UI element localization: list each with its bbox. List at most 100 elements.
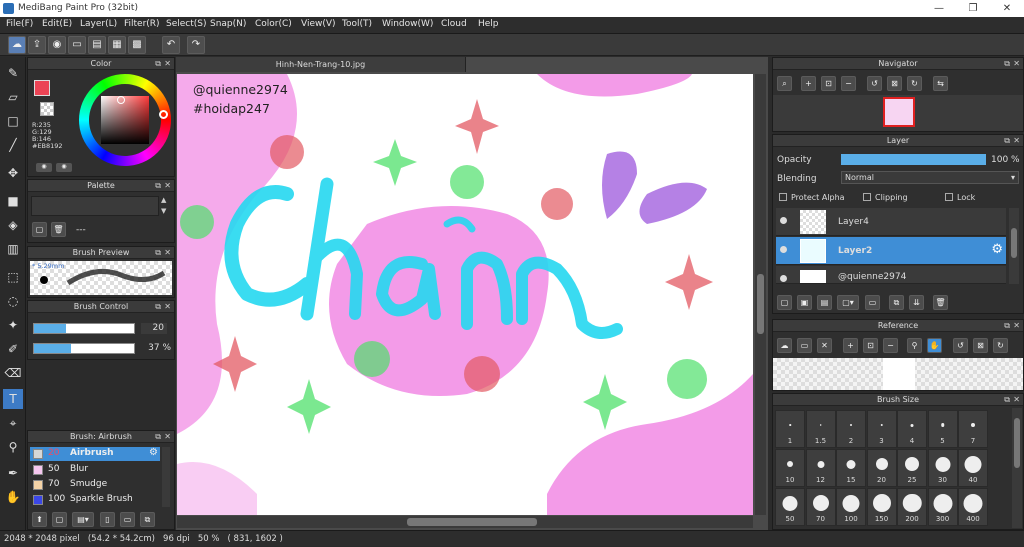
layer-opacity-slider[interactable] — [841, 154, 986, 165]
brush-file-icon[interactable]: ▯ — [100, 512, 115, 527]
brush-size-cell[interactable]: 30 — [927, 449, 958, 487]
maximize-button[interactable]: ❐ — [956, 0, 990, 17]
brush-size-cell[interactable]: 40 — [958, 449, 988, 487]
brush-size-value[interactable]: 20 — [141, 323, 167, 334]
close-button[interactable]: ✕ — [990, 0, 1024, 17]
visibility-eye-icon[interactable] — [780, 246, 787, 253]
brush-item[interactable]: 50 Blur — [30, 463, 160, 477]
reference-hand-icon[interactable]: ✋ — [927, 338, 942, 353]
eraser-tool-icon[interactable]: ▱ — [3, 87, 23, 107]
reference-cloud-icon[interactable]: ☁ — [777, 338, 792, 353]
merge-layer-icon[interactable]: ⇊ — [909, 295, 924, 310]
detach-icon[interactable]: ⧉ — [155, 247, 161, 259]
horizontal-scrollbar[interactable] — [177, 516, 753, 528]
panel-close-icon[interactable]: ✕ — [164, 180, 171, 192]
text-tool-icon[interactable]: T — [3, 389, 23, 409]
bucket-tool-icon[interactable]: ◈ — [3, 215, 23, 235]
detach-icon[interactable]: ⧉ — [155, 58, 161, 70]
color-mode-button-2[interactable]: ◉ — [56, 163, 72, 172]
undo-icon[interactable]: ↶ — [162, 36, 180, 54]
brush-size-cell[interactable]: 4 — [897, 410, 927, 448]
visibility-eye-icon[interactable] — [780, 217, 787, 224]
rotate-left-icon[interactable]: ↺ — [867, 76, 882, 91]
zoom-icon[interactable]: ⌕ — [777, 76, 792, 91]
panel-close-icon[interactable]: ✕ — [164, 58, 171, 70]
palette-scroll-down-icon[interactable]: ▼ — [161, 207, 166, 215]
reference-zoom-in-icon[interactable]: + — [843, 338, 858, 353]
brush-folder-icon[interactable]: ▭ — [120, 512, 135, 527]
menu-view[interactable]: View(V) — [301, 19, 336, 29]
operation-tool-icon[interactable]: ⌖ — [3, 413, 23, 433]
detach-icon[interactable]: ⧉ — [155, 431, 161, 443]
brush-size-cell[interactable]: 12 — [805, 449, 836, 487]
menu-color[interactable]: Color(C) — [255, 19, 292, 29]
export-icon[interactable]: ⇪ — [28, 36, 46, 54]
hue-wheel[interactable] — [79, 74, 171, 166]
menu-select[interactable]: Select(S) — [166, 19, 207, 29]
magic-wand-tool-icon[interactable]: ✦ — [3, 315, 23, 335]
menu-file[interactable]: File(F) — [6, 19, 33, 29]
brush-size-cell[interactable]: 200 — [897, 488, 927, 526]
brush-menu-icon[interactable]: ▤▾ — [72, 512, 94, 527]
secondary-color-swatch[interactable] — [40, 102, 54, 116]
folder-icon[interactable]: ▭ — [865, 295, 880, 310]
brush-size-cell[interactable]: 2 — [836, 410, 866, 448]
layer-scrollbar[interactable] — [1009, 208, 1019, 284]
saturation-value-square[interactable] — [101, 96, 149, 144]
visibility-eye-icon[interactable] — [780, 275, 787, 282]
zoom-out-icon[interactable]: − — [841, 76, 856, 91]
detach-icon[interactable]: ⧉ — [1004, 320, 1010, 332]
line-tool-icon[interactable]: ╱ — [3, 135, 23, 155]
layer-row[interactable]: Layer2 ⚙ — [776, 237, 1006, 265]
select-tool-icon[interactable]: ⬚ — [3, 267, 23, 287]
grid-icon[interactable]: ▩ — [128, 36, 146, 54]
brush-tool-icon[interactable]: ✎ — [3, 63, 23, 83]
layer-row[interactable]: @quienne2974 — [776, 266, 1006, 284]
brush-item[interactable]: 20 Airbrush ⚙ — [30, 447, 160, 461]
reference-rotate-left-icon[interactable]: ↺ — [953, 338, 968, 353]
document-tab[interactable]: Hinh-Nen-Trang-10.jpg — [176, 57, 466, 72]
panel-close-icon[interactable]: ✕ — [1013, 135, 1020, 147]
detach-icon[interactable]: ⧉ — [155, 301, 161, 313]
select-pen-tool-icon[interactable]: ✐ — [3, 339, 23, 359]
reference-eyedropper-icon[interactable]: ⚲ — [907, 338, 922, 353]
panel-close-icon[interactable]: ✕ — [1013, 394, 1020, 406]
brush-duplicate-icon[interactable]: ⧉ — [140, 512, 155, 527]
flip-icon[interactable]: ⇆ — [933, 76, 948, 91]
cloud-icon[interactable]: ☁ — [8, 36, 26, 54]
new-halftone-layer-icon[interactable]: ▣ — [797, 295, 812, 310]
drawing-canvas[interactable]: @quienne2974 #hoidap247 — [177, 74, 753, 515]
menu-cloud[interactable]: Cloud — [441, 19, 467, 29]
delete-palette-icon[interactable]: 🗑 — [51, 222, 66, 237]
brush-size-cell[interactable]: 15 — [836, 449, 866, 487]
palette-scroll-up-icon[interactable]: ▲ — [161, 196, 166, 204]
new-8bit-layer-icon[interactable]: ▤ — [817, 295, 832, 310]
detach-icon[interactable]: ⧉ — [1004, 58, 1010, 70]
reference-zoom-out-icon[interactable]: − — [883, 338, 898, 353]
navigator-preview[interactable] — [773, 95, 1023, 131]
add-layer-menu-icon[interactable]: ▢▾ — [837, 295, 859, 310]
add-palette-icon[interactable]: ▢ — [32, 222, 47, 237]
brush-size-cell[interactable]: 100 — [836, 488, 866, 526]
blending-select[interactable]: Normal ▾ — [841, 171, 1019, 184]
gear-icon[interactable]: ⚙ — [149, 447, 158, 458]
brush-item[interactable]: 100 Sparkle Brush — [30, 493, 160, 507]
brush-item[interactable]: 70 Smudge — [30, 478, 160, 492]
detach-icon[interactable]: ⧉ — [1004, 135, 1010, 147]
brush-size-cell[interactable]: 10 — [775, 449, 805, 487]
brush-size-cell[interactable]: 20 — [866, 449, 897, 487]
brush-size-cell[interactable]: 50 — [775, 488, 805, 526]
new-layer-icon[interactable]: ▢ — [777, 295, 792, 310]
protect-alpha-checkbox[interactable] — [779, 193, 787, 201]
speech-bubble-icon[interactable]: ◉ — [48, 36, 66, 54]
menu-edit[interactable]: Edit(E) — [42, 19, 72, 29]
gear-icon[interactable]: ⚙ — [991, 242, 1003, 257]
brush-size-cell[interactable]: 150 — [866, 488, 897, 526]
fill-shape-tool-icon[interactable]: ■ — [3, 191, 23, 211]
color-mode-button[interactable]: ◉ — [36, 163, 52, 172]
comment-icon[interactable]: ▭ — [68, 36, 86, 54]
panel-close-icon[interactable]: ✕ — [164, 431, 171, 443]
layer-row[interactable]: Layer4 — [776, 208, 1006, 236]
duplicate-layer-icon[interactable]: ⧉ — [889, 295, 904, 310]
color-marker[interactable] — [117, 96, 125, 104]
